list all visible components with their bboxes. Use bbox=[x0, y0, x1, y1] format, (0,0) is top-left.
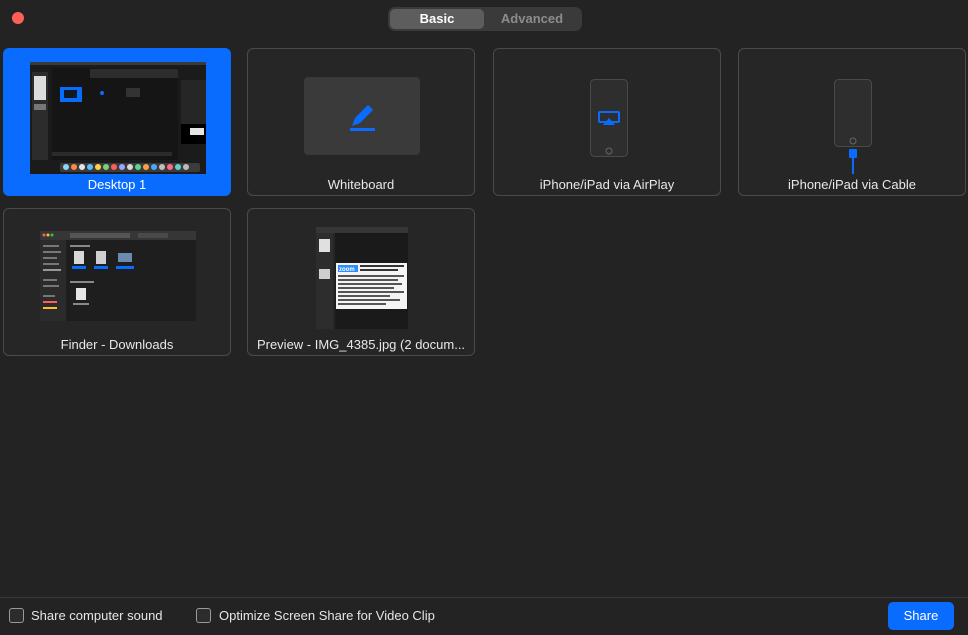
share-tile-cable[interactable]: iPhone/iPad via Cable bbox=[738, 48, 966, 196]
pencil-icon bbox=[304, 77, 420, 155]
desktop-thumbnail bbox=[30, 62, 206, 174]
tab-basic[interactable]: Basic bbox=[390, 9, 484, 29]
mode-tabs: Basic Advanced bbox=[388, 7, 582, 31]
share-sound-label[interactable]: Share computer sound bbox=[31, 608, 163, 623]
tile-label: Finder - Downloads bbox=[60, 337, 174, 352]
optimize-video-checkbox[interactable] bbox=[196, 608, 211, 623]
share-tile-desktop-1[interactable]: Desktop 1 bbox=[3, 48, 231, 196]
share-tile-whiteboard[interactable]: Whiteboard bbox=[247, 48, 475, 196]
share-tile-airplay[interactable]: iPhone/iPad via AirPlay bbox=[493, 48, 721, 196]
optimize-video-label[interactable]: Optimize Screen Share for Video Clip bbox=[219, 608, 435, 623]
share-tile-finder[interactable]: Finder - Downloads bbox=[3, 208, 231, 356]
preview-thumbnail: zoom bbox=[316, 227, 408, 329]
share-tile-preview[interactable]: zoom Preview - IMG_4385.jpg (2 docum... bbox=[247, 208, 475, 356]
share-sound-checkbox[interactable] bbox=[9, 608, 24, 623]
bottom-bar: Share computer sound Optimize Screen Sha… bbox=[0, 597, 968, 635]
zoom-logo-text: zoom bbox=[339, 267, 355, 273]
tile-label: iPhone/iPad via AirPlay bbox=[539, 177, 675, 192]
tile-label: Whiteboard bbox=[327, 177, 395, 192]
tile-label: iPhone/iPad via Cable bbox=[788, 177, 916, 192]
close-window-button[interactable] bbox=[12, 12, 24, 24]
tile-label: Desktop 1 bbox=[87, 177, 147, 192]
tile-label: Preview - IMG_4385.jpg (2 docum... bbox=[256, 337, 466, 352]
cable-icon bbox=[834, 79, 872, 174]
finder-thumbnail bbox=[40, 231, 196, 321]
share-button[interactable]: Share bbox=[888, 602, 954, 630]
airplay-icon bbox=[590, 79, 628, 157]
tab-advanced[interactable]: Advanced bbox=[484, 9, 580, 29]
